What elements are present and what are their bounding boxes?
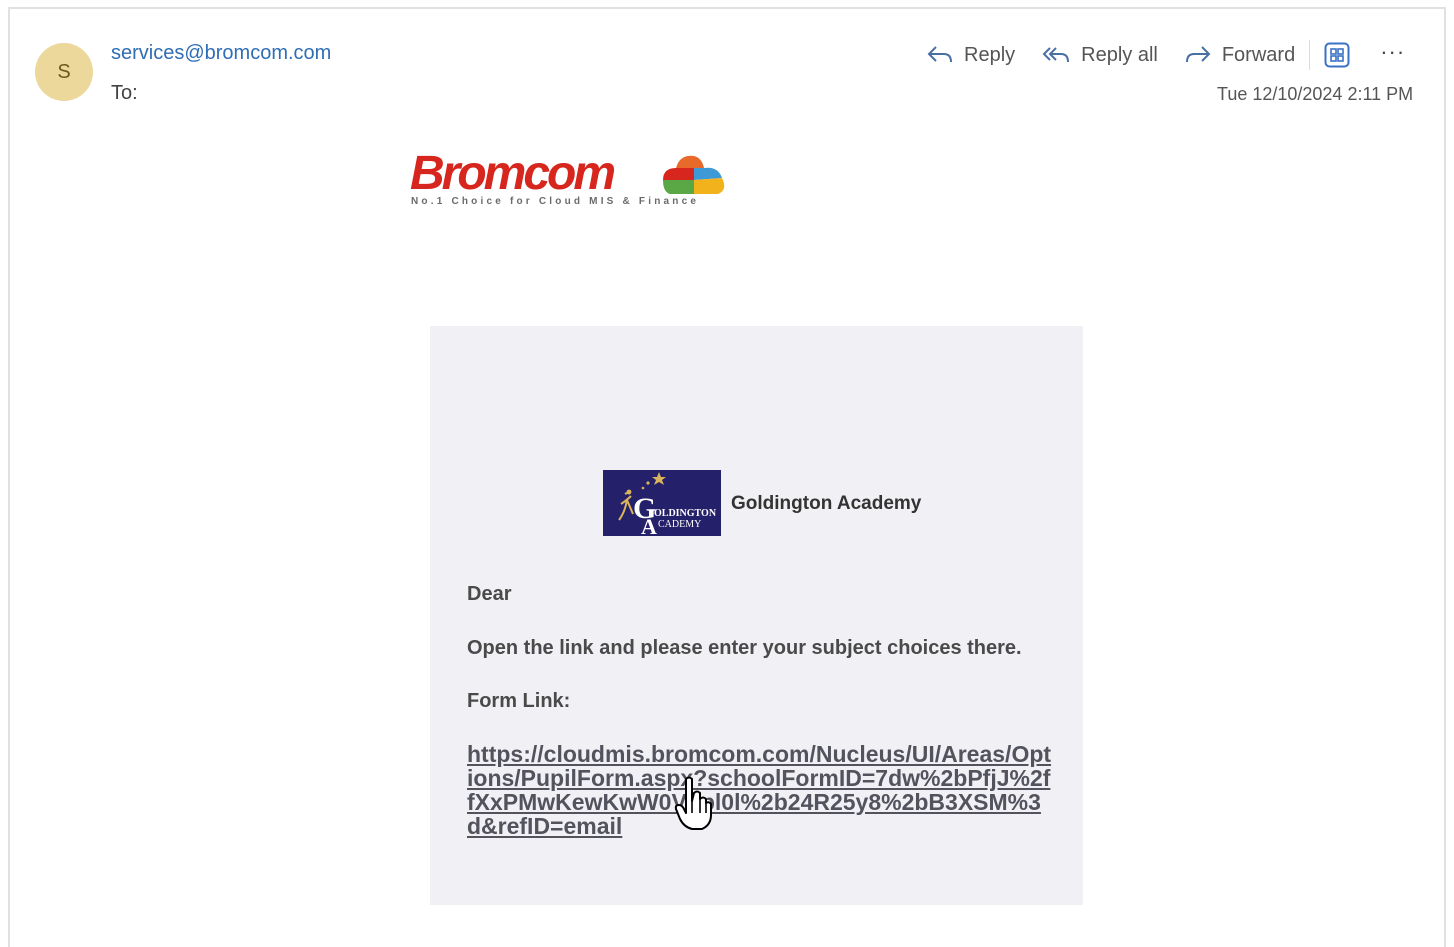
- bromcom-wordmark: Bromcom: [410, 147, 616, 200]
- email-body-panel: G OLDINGTON A CADEMY Goldington Academy …: [430, 326, 1083, 905]
- reply-button[interactable]: Reply: [926, 44, 1015, 67]
- reply-all-button[interactable]: Reply all: [1041, 44, 1158, 67]
- received-date: Tue 12/10/2024 2:11 PM: [1217, 84, 1414, 104]
- forward-icon: [1184, 44, 1212, 66]
- school-name: Goldington Academy: [731, 493, 922, 514]
- reply-all-label: Reply all: [1081, 43, 1158, 66]
- reply-label: Reply: [964, 43, 1016, 66]
- forward-button[interactable]: Forward: [1184, 44, 1295, 67]
- toolbar-divider: [1309, 40, 1311, 70]
- form-link[interactable]: https://cloudmis.bromcom.com/Nucleus/UI/…: [467, 742, 1052, 838]
- forward-label: Forward: [1221, 43, 1296, 66]
- svg-text:A: A: [641, 514, 657, 536]
- avatar-initial: S: [57, 60, 71, 83]
- cloud-logo-icon: [663, 155, 725, 194]
- school-logo: G OLDINGTON A CADEMY: [603, 470, 721, 539]
- message-text: Open the link and please enter your subj…: [467, 637, 1022, 659]
- apps-grid-icon[interactable]: [1324, 42, 1350, 68]
- bromcom-logo: Bromcom No.1 Choice for Cloud MIS & Fina…: [410, 148, 740, 216]
- reply-all-icon: [1041, 44, 1071, 66]
- more-actions-button[interactable]: ···: [1380, 39, 1405, 65]
- svg-text:CADEMY: CADEMY: [658, 519, 701, 530]
- to-label: To:: [111, 82, 138, 104]
- bromcom-tagline: No.1 Choice for Cloud MIS & Finance: [411, 196, 700, 207]
- sender-avatar[interactable]: S: [35, 43, 93, 101]
- greeting: Dear: [467, 583, 512, 605]
- message-actions-toolbar: Reply Reply all Forward ···: [926, 39, 1405, 70]
- svg-text:OLDINGTON: OLDINGTON: [654, 508, 717, 519]
- sender-address[interactable]: services@bromcom.com: [111, 42, 331, 65]
- reply-icon: [926, 44, 954, 66]
- hand-pointer-cursor-icon: [674, 776, 712, 830]
- form-link-label: Form Link:: [467, 690, 571, 712]
